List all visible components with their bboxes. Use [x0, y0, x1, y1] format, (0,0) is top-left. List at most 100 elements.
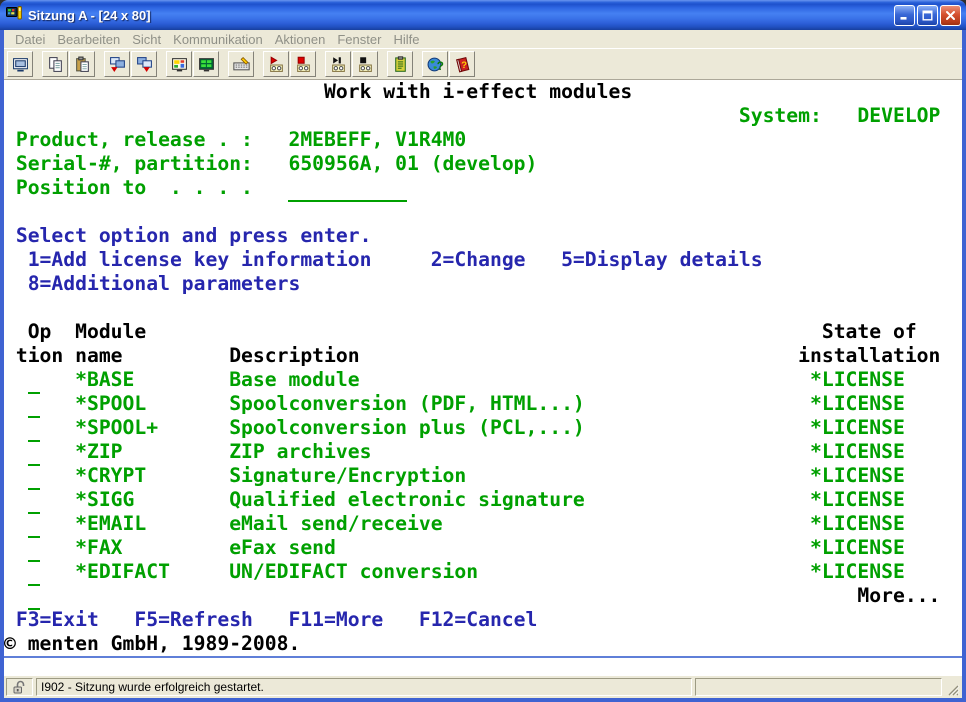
option-input[interactable]: _: [28, 560, 40, 586]
option-input[interactable]: _: [28, 488, 40, 514]
terminal-screen[interactable]: Work with i-effect modulesSystem:DEVELOP…: [4, 80, 962, 656]
paste-button[interactable]: [69, 51, 95, 77]
menu-item-aktionen[interactable]: Aktionen: [269, 32, 332, 47]
terminal-text: *CRYPT: [75, 464, 146, 488]
terminal-row-24: © menten GmbH, 1989-2008.: [4, 632, 962, 656]
option-input[interactable]: _: [28, 368, 40, 394]
color-setup-button[interactable]: [166, 51, 192, 77]
terminal-text: *FAX: [75, 536, 122, 560]
terminal-row-6: [4, 200, 962, 224]
terminal-row-11: OpModuleState of: [4, 320, 962, 344]
terminal-text: *LICENSE: [810, 560, 905, 584]
status-bar: I902 - Sitzung wurde erfolgreich gestart…: [4, 676, 962, 698]
terminal-text: *LICENSE: [810, 464, 905, 488]
minimize-button[interactable]: [894, 5, 915, 26]
terminal-text: Spoolconversion (PDF, HTML...): [229, 392, 585, 416]
stop-macro-icon: [357, 56, 374, 73]
col-header-description: Description: [229, 344, 359, 368]
terminal-row-3: Product, release . : 2MEBEFF, V1R4M0: [4, 128, 962, 152]
play-macro-button[interactable]: [325, 51, 351, 77]
web-support-button[interactable]: ?: [422, 51, 448, 77]
position-to-label: Position to . . . .: [16, 176, 253, 200]
send-file-button[interactable]: [104, 51, 130, 77]
menu-item-datei[interactable]: Datei: [9, 32, 51, 47]
col-header-state: installation: [798, 344, 940, 368]
menu-item-sicht[interactable]: Sicht: [126, 32, 167, 47]
terminal-text: Qualified electronic signature: [229, 488, 585, 512]
keyboard-setup-button[interactable]: [228, 51, 254, 77]
terminal-row-9: 8=Additional parameters: [4, 272, 962, 296]
terminal-row-18: _*SIGGQualified electronic signature*LIC…: [4, 488, 962, 512]
menu-item-fenster[interactable]: Fenster: [331, 32, 387, 47]
new-session-button[interactable]: [7, 51, 33, 77]
terminal-row-14: _*SPOOLSpoolconversion (PDF, HTML...)*LI…: [4, 392, 962, 416]
terminal-text: UN/EDIFACT conversion: [229, 560, 478, 584]
col-header-module: Module: [75, 320, 146, 344]
option-input[interactable]: _: [28, 464, 40, 490]
stop-macro-button[interactable]: [352, 51, 378, 77]
serial-value: 650956A, 01 (develop): [288, 152, 537, 176]
status-panel-secondary: [695, 678, 942, 696]
maximize-button[interactable]: [917, 5, 938, 26]
option-input[interactable]: _: [28, 584, 40, 610]
terminal-row-4: Serial-#, partition:650956A, 01 (develop…: [4, 152, 962, 176]
terminal-row-10: [4, 296, 962, 320]
copy-button[interactable]: [42, 51, 68, 77]
record-macro-button[interactable]: [263, 51, 289, 77]
copyright-line: © menten GmbH, 1989-2008.: [4, 632, 300, 656]
receive-file-button[interactable]: [131, 51, 157, 77]
terminal-row-13: _*BASEBase module*LICENSE: [4, 368, 962, 392]
terminal-text: eFax send: [229, 536, 336, 560]
status-icon-panel: [6, 678, 33, 696]
record-stop-button[interactable]: [290, 51, 316, 77]
svg-text:?: ?: [461, 60, 467, 71]
keyboard-setup-icon: [233, 56, 250, 73]
terminal-text: Base module: [229, 368, 359, 392]
display-setup-button[interactable]: [193, 51, 219, 77]
product-label: Product, release . :: [16, 128, 253, 152]
col-header-module: name: [75, 344, 122, 368]
resize-grip[interactable]: [945, 678, 960, 696]
help-button[interactable]: ?: [449, 51, 475, 77]
terminal-text: *EMAIL: [75, 512, 146, 536]
title-bar: Sitzung A - [24 x 80]: [0, 0, 966, 30]
toolbar: ? ?: [4, 49, 962, 80]
terminal-row-22: _More...: [4, 584, 962, 608]
option-input[interactable]: _: [28, 512, 40, 538]
paste-icon: [74, 56, 91, 73]
terminal-row-23: F3=Exit F5=Refresh F11=More F12=Cancel: [4, 608, 962, 632]
terminal-text: *ZIP: [75, 440, 122, 464]
scratchpad-button[interactable]: [387, 51, 413, 77]
session-screen: Work with i-effect modulesSystem:DEVELOP…: [4, 80, 962, 676]
col-header-state: State of: [822, 320, 917, 344]
terminal-row-15: _*SPOOL+Spoolconversion plus (PCL,...)*L…: [4, 416, 962, 440]
terminal-text: *LICENSE: [810, 440, 905, 464]
option-input[interactable]: _: [28, 392, 40, 418]
menu-item-bearbeiten[interactable]: Bearbeiten: [51, 32, 126, 47]
terminal-text: *LICENSE: [810, 488, 905, 512]
menu-item-hilfe[interactable]: Hilfe: [387, 32, 425, 47]
terminal-session-icon[interactable]: [6, 5, 23, 26]
system-value: DEVELOP: [857, 104, 940, 128]
window-content: DateiBearbeitenSichtKommunikationAktione…: [4, 30, 962, 698]
terminal-text: *BASE: [75, 368, 134, 392]
copy-icon: [47, 56, 64, 73]
option-input[interactable]: _: [28, 416, 40, 442]
menu-item-kommunikation[interactable]: Kommunikation: [167, 32, 269, 47]
record-stop-icon: [295, 56, 312, 73]
play-macro-icon: [330, 56, 347, 73]
position-to-input[interactable]: __________: [288, 176, 407, 202]
option-input[interactable]: _: [28, 440, 40, 466]
product-value: 2MEBEFF, V1R4M0: [288, 128, 466, 152]
terminal-row-5: Position to . . . . __________: [4, 176, 962, 200]
select-option-prompt: Select option and press enter.: [16, 224, 372, 248]
record-macro-icon: [268, 56, 285, 73]
option-input[interactable]: _: [28, 536, 40, 562]
terminal-text: Signature/Encryption: [229, 464, 466, 488]
terminal-text: *LICENSE: [810, 416, 905, 440]
menu-bar: DateiBearbeitenSichtKommunikationAktione…: [4, 30, 962, 49]
terminal-text: *EDIFACT: [75, 560, 170, 584]
close-button[interactable]: [940, 5, 961, 26]
terminal-row-16: _*ZIPZIP archives*LICENSE: [4, 440, 962, 464]
help-icon: ?: [454, 56, 471, 73]
